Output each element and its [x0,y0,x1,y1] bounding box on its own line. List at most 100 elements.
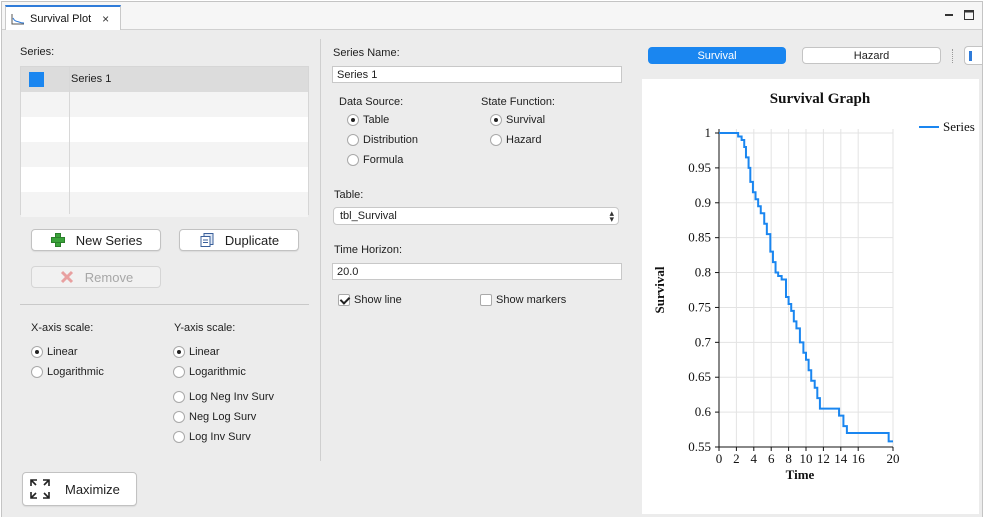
y-tick-label: 0.9 [695,195,711,210]
duplicate-button[interactable]: Duplicate [179,229,299,251]
state-function-hazard-label: Hazard [506,134,542,146]
series-name-field[interactable]: Series 1 [332,66,622,83]
series-name-label: Series Name: [333,47,400,59]
y-scale-linear-radio[interactable] [173,346,185,358]
overflow-button[interactable] [964,46,982,65]
time-horizon-field[interactable]: 20.0 [332,263,622,280]
minimize-icon[interactable] [944,10,954,20]
state-function-hazard-radio[interactable] [490,134,502,146]
editor-content: Series: Series 1 New Series Duplicate Re… [2,31,982,517]
x-scale-linear-label: Linear [47,346,78,358]
survival-plot-window: Survival Plot × Series: Series 1 New Ser… [1,1,983,517]
chart-panel: 0 2 4 6 8 10 12 14 16 20 0.55 0.6 0.65 0.7 0.75 0.8 0.85… [642,79,979,514]
empty-series-row [21,142,308,167]
panel-divider [320,39,321,461]
show-line-label: Show line [354,294,402,306]
y-tick-label: 0.65 [688,369,711,384]
empty-series-row [21,167,308,192]
data-source-formula-radio[interactable] [347,154,359,166]
time-horizon-label: Time Horizon: [334,244,403,256]
y-axis-label: Survival [652,266,667,313]
x-tick-label: 6 [768,451,775,466]
survival-chart: 0 2 4 6 8 10 12 14 16 20 0.55 0.6 0.65 0.7 0.75 0.8 0.85… [652,91,975,482]
show-markers-label: Show markers [496,294,567,306]
y-scale-log-inv-surv-radio[interactable] [173,431,185,443]
data-source-distribution-radio[interactable] [347,134,359,146]
new-series-label: New Series [75,232,143,248]
editor-tab-bar: Survival Plot × [2,2,982,30]
state-function-survival-radio[interactable] [490,114,502,126]
maximize-label: Maximize [65,481,120,497]
series-color-swatch[interactable] [29,72,44,87]
remove-button[interactable]: Remove [31,266,161,288]
series-row[interactable]: Series 1 [21,67,308,92]
remove-label: Remove [84,269,134,285]
series-table[interactable]: Series 1 [20,66,309,217]
select-arrows-icon: ▴ ▾ [609,208,614,224]
hazard-view-button[interactable]: Hazard [802,47,941,64]
y-tick-label: 0.8 [695,265,711,280]
x-scale-log-radio[interactable] [31,366,43,378]
x-tick-label: 16 [852,451,866,466]
x-tick-label: 0 [716,451,723,466]
column-divider [69,67,70,214]
y-axis-scale-label: Y-axis scale: [174,322,236,334]
y-scale-log-radio[interactable] [173,366,185,378]
plus-icon [50,233,65,247]
expand-icon [30,479,50,499]
legend-label: Series [943,119,975,134]
y-tick-label: 0.85 [688,230,711,245]
y-tick-label: 1 [705,125,712,140]
empty-series-row [21,117,308,142]
show-markers-checkbox[interactable] [480,294,492,306]
new-series-button[interactable]: New Series [31,229,161,251]
x-tick-label: 4 [751,451,758,466]
panel-toggle-icon [969,51,972,61]
x-tick-label: 14 [834,451,848,466]
survival-view-button[interactable]: Survival [648,47,786,64]
empty-series-row [21,92,308,117]
chart-icon [11,13,25,24]
x-axis-label: Time [786,467,815,482]
x-axis-scale-label: X-axis scale: [31,322,94,334]
x-tick-label: 8 [785,451,792,466]
show-line-checkbox[interactable] [338,294,350,306]
state-function-label: State Function: [481,96,555,108]
x-tick-label: 20 [887,451,900,466]
section-divider [20,304,309,305]
y-tick-label: 0.95 [688,160,711,175]
y-scale-neg-log-surv-radio[interactable] [173,411,185,423]
data-source-table-radio[interactable] [347,114,359,126]
table-label: Table: [334,189,364,201]
maximize-view-icon[interactable] [964,10,974,20]
close-icon[interactable]: × [102,13,109,25]
y-tick-label: 0.7 [695,334,712,349]
x-scale-linear-radio[interactable] [31,346,43,358]
data-source-table-label: Table [363,114,390,126]
y-tick-label: 0.55 [688,439,711,454]
x-tick-label: 12 [817,451,830,466]
y-scale-log-label: Logarithmic [189,366,246,378]
y-scale-log-neg-inv-surv-label: Log Neg Inv Surv [189,391,274,403]
y-scale-neg-log-surv-label: Neg Log Surv [189,411,257,423]
toolbar-separator [952,49,953,63]
series-label: Series: [20,46,55,58]
tab-title: Survival Plot [30,12,92,25]
y-tick-label: 0.75 [688,299,711,314]
table-select[interactable]: tbl_Survival ▴ ▾ [333,207,619,225]
maximize-button[interactable]: Maximize [22,472,137,506]
state-function-survival-label: Survival [506,114,546,126]
chart-title: Survival Graph [770,91,871,107]
y-scale-log-neg-inv-surv-radio[interactable] [173,391,185,403]
x-tick-label: 2 [733,451,740,466]
data-source-formula-label: Formula [363,154,404,166]
data-source-label: Data Source: [339,96,404,108]
duplicate-label: Duplicate [224,232,280,248]
data-source-distribution-label: Distribution [363,134,419,146]
tab-survival-plot[interactable]: Survival Plot × [5,5,121,30]
x-tick-label: 10 [800,451,813,466]
y-tick-label: 0.6 [695,404,712,419]
y-scale-log-inv-surv-label: Log Inv Surv [189,431,251,443]
series-name-cell: Series 1 [71,73,112,85]
y-scale-linear-label: Linear [189,346,220,358]
